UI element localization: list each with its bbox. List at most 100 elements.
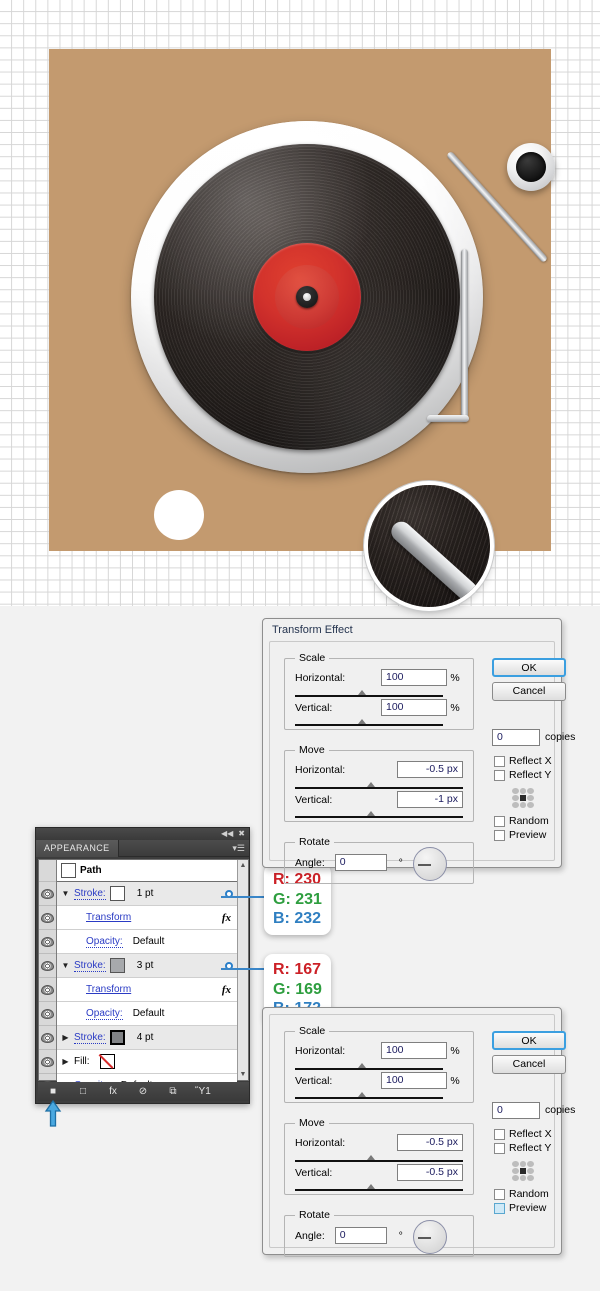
scale-vertical-slider-top[interactable] bbox=[295, 719, 443, 726]
disclosure-closed-icon[interactable]: ▶ bbox=[61, 1033, 70, 1042]
slider-thumb-icon[interactable] bbox=[367, 1155, 375, 1160]
move-horizontal-input-top[interactable]: -0.5 px bbox=[397, 761, 463, 778]
scale-vertical-input-bottom[interactable]: 100 bbox=[381, 1072, 447, 1089]
reflect-y-checkbox-bottom[interactable]: Reflect Y bbox=[494, 1142, 551, 1154]
copies-input-bottom[interactable]: 0 bbox=[492, 1102, 540, 1119]
reflect-x-checkbox-top[interactable]: Reflect X bbox=[494, 755, 552, 767]
preview-checkbox-top[interactable]: Preview bbox=[494, 829, 546, 841]
reflect-y-checkbox-top[interactable]: Reflect Y bbox=[494, 769, 551, 781]
anchor-dot[interactable] bbox=[512, 795, 519, 801]
clear-appearance-button[interactable]: ⊘ bbox=[128, 1086, 158, 1097]
transform-1-label[interactable]: Transform bbox=[86, 912, 131, 923]
checkbox-icon[interactable] bbox=[494, 815, 505, 827]
close-icon[interactable]: ✖ bbox=[238, 830, 245, 838]
tab-appearance[interactable]: APPEARANCE bbox=[36, 839, 119, 857]
slider-thumb-icon[interactable] bbox=[367, 782, 375, 787]
anchor-dot[interactable] bbox=[527, 802, 534, 808]
move-horizontal-input-bottom[interactable]: -0.5 px bbox=[397, 1134, 463, 1151]
fill-none-swatch[interactable] bbox=[99, 1054, 115, 1069]
collapse-icon[interactable]: ◀◀ bbox=[221, 830, 233, 838]
disclosure-open-icon[interactable]: ▼ bbox=[61, 889, 70, 898]
transform-effect-dialog-top[interactable]: Transform Effect Scale Horizontal: 100 %… bbox=[262, 618, 575, 884]
anchor-dot[interactable] bbox=[527, 1168, 534, 1174]
add-new-fill-button[interactable]: □ bbox=[68, 1086, 98, 1097]
delete-item-button[interactable]: Ὕ1 bbox=[188, 1086, 218, 1097]
eye-toggle-fill[interactable] bbox=[39, 1050, 56, 1074]
anchor-dot[interactable] bbox=[519, 1175, 527, 1181]
stroke-1-weight[interactable]: 1 pt bbox=[137, 888, 154, 899]
eye-toggle-stroke-1[interactable] bbox=[39, 882, 56, 906]
scale-horizontal-input-top[interactable]: 100 bbox=[381, 669, 447, 686]
slider-thumb-icon[interactable] bbox=[367, 1184, 375, 1189]
eye-toggle-stroke-3[interactable] bbox=[39, 1026, 56, 1050]
disclosure-open-icon[interactable]: ▼ bbox=[61, 961, 70, 970]
opacity-2-label[interactable]: Opacity: bbox=[86, 1008, 123, 1020]
anchor-dot[interactable] bbox=[512, 1161, 519, 1167]
move-horizontal-slider-top[interactable] bbox=[295, 782, 463, 789]
anchor-dot[interactable] bbox=[527, 1161, 534, 1167]
transform-effect-dialog-bottom[interactable]: Scale Horizontal: 100 % Vertical: 100 % … bbox=[262, 1007, 575, 1257]
anchor-dot[interactable] bbox=[519, 802, 527, 808]
move-vertical-slider-top[interactable] bbox=[295, 811, 463, 818]
rotate-angle-input-bottom[interactable]: 0 bbox=[334, 1227, 387, 1244]
slider-thumb-icon[interactable] bbox=[358, 719, 366, 724]
anchor-dot[interactable] bbox=[512, 802, 519, 808]
row-fill[interactable]: ▶ Fill: bbox=[57, 1050, 237, 1074]
row-transform-1[interactable]: Transform fx bbox=[57, 906, 237, 930]
scale-vertical-slider-bottom[interactable] bbox=[295, 1092, 443, 1099]
stroke-3-color-swatch[interactable] bbox=[109, 1030, 125, 1045]
stroke-3-label[interactable]: Stroke: bbox=[74, 1032, 106, 1044]
move-horizontal-slider-bottom[interactable] bbox=[295, 1155, 463, 1162]
scroll-up-icon[interactable]: ▲ bbox=[240, 862, 247, 869]
eye-toggle-transform-2[interactable] bbox=[39, 978, 56, 1002]
fx-icon[interactable]: fx bbox=[222, 912, 231, 924]
row-stroke-3[interactable]: ▶ Stroke: 4 pt bbox=[57, 1026, 237, 1050]
checkbox-icon[interactable] bbox=[494, 755, 505, 767]
row-opacity-1[interactable]: Opacity: Default bbox=[57, 930, 237, 954]
slider-thumb-icon[interactable] bbox=[367, 811, 375, 816]
checkbox-icon[interactable] bbox=[494, 1142, 505, 1154]
add-new-effect-button[interactable]: fx bbox=[98, 1086, 128, 1097]
stroke-1-label[interactable]: Stroke: bbox=[74, 888, 106, 900]
anchor-dot-selected[interactable] bbox=[519, 795, 527, 801]
anchor-dot-selected[interactable] bbox=[519, 1168, 527, 1174]
rotate-dial-bottom[interactable] bbox=[413, 1220, 447, 1254]
rotate-dial-top[interactable] bbox=[413, 847, 447, 881]
eye-toggle-opacity-2[interactable] bbox=[39, 1002, 56, 1026]
random-checkbox-bottom[interactable]: Random bbox=[494, 1188, 549, 1200]
row-opacity-2[interactable]: Opacity: Default bbox=[57, 1002, 237, 1026]
move-vertical-input-bottom[interactable]: -0.5 px bbox=[397, 1164, 463, 1181]
copies-input-top[interactable]: 0 bbox=[492, 729, 540, 746]
row-transform-2[interactable]: Transform fx bbox=[57, 978, 237, 1002]
random-checkbox-top[interactable]: Random bbox=[494, 815, 549, 827]
ok-button-bottom[interactable]: OK bbox=[492, 1031, 566, 1050]
scale-horizontal-slider-bottom[interactable] bbox=[295, 1063, 443, 1070]
stroke-2-color-swatch[interactable] bbox=[109, 958, 125, 973]
checkbox-icon[interactable] bbox=[494, 829, 505, 841]
panel-menu-icon[interactable]: ▾☰ bbox=[232, 843, 249, 853]
anchor-dot[interactable] bbox=[527, 1175, 534, 1181]
anchor-dot[interactable] bbox=[512, 1175, 519, 1181]
scale-vertical-input-top[interactable]: 100 bbox=[381, 699, 447, 716]
anchor-dot[interactable] bbox=[527, 795, 534, 801]
add-new-stroke-button[interactable]: ■ bbox=[38, 1086, 68, 1097]
disclosure-closed-icon[interactable]: ▶ bbox=[61, 1057, 70, 1066]
scroll-down-icon[interactable]: ▼ bbox=[240, 1071, 247, 1078]
checkbox-icon[interactable] bbox=[494, 1128, 505, 1140]
appearance-panel[interactable]: ◀◀ ✖ APPEARANCE ▾☰ Path ▼ Stroke: 1 pt T… bbox=[35, 827, 250, 1104]
cancel-button-bottom[interactable]: Cancel bbox=[492, 1055, 566, 1074]
cancel-button-top[interactable]: Cancel bbox=[492, 682, 566, 701]
rotate-angle-input-top[interactable]: 0 bbox=[334, 854, 387, 871]
scale-horizontal-input-bottom[interactable]: 100 bbox=[381, 1042, 447, 1059]
transform-2-label[interactable]: Transform bbox=[86, 984, 131, 995]
anchor-point-selector-bottom[interactable] bbox=[512, 1161, 534, 1181]
stroke-2-weight[interactable]: 3 pt bbox=[137, 960, 154, 971]
preview-checkbox-bottom[interactable]: Preview bbox=[494, 1202, 546, 1214]
stroke-1-color-swatch[interactable] bbox=[109, 886, 125, 901]
duplicate-item-button[interactable]: ⧉ bbox=[158, 1086, 188, 1097]
row-stroke-1[interactable]: ▼ Stroke: 1 pt bbox=[57, 882, 237, 906]
eye-toggle-opacity-1[interactable] bbox=[39, 930, 56, 954]
scale-horizontal-slider-top[interactable] bbox=[295, 690, 443, 697]
eye-toggle-stroke-2[interactable] bbox=[39, 954, 56, 978]
checkbox-icon[interactable] bbox=[494, 769, 505, 781]
